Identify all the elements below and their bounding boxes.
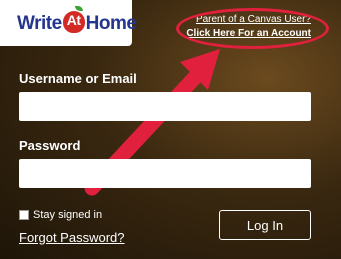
stay-signed-in: Stay signed in xyxy=(19,209,102,221)
password-label: Password xyxy=(19,138,81,153)
apple-icon: At xyxy=(62,6,85,33)
logo-word-write: Write xyxy=(17,13,62,34)
write-at-home-logo[interactable]: Write At Home xyxy=(17,6,137,35)
username-input[interactable] xyxy=(19,92,311,121)
forgot-password-link[interactable]: Forgot Password? xyxy=(19,230,125,245)
stay-signed-in-checkbox[interactable] xyxy=(19,210,29,220)
password-input[interactable] xyxy=(19,159,311,188)
stay-signed-in-label[interactable]: Stay signed in xyxy=(33,209,102,221)
leaf-icon xyxy=(74,6,83,11)
logo-card: Write At Home xyxy=(0,0,137,46)
username-label: Username or Email xyxy=(19,71,137,86)
logo-word-at: At xyxy=(66,12,81,28)
highlight-ellipse xyxy=(176,8,329,49)
logo-word-home: Home xyxy=(85,13,137,34)
log-in-button[interactable]: Log In xyxy=(219,210,311,240)
